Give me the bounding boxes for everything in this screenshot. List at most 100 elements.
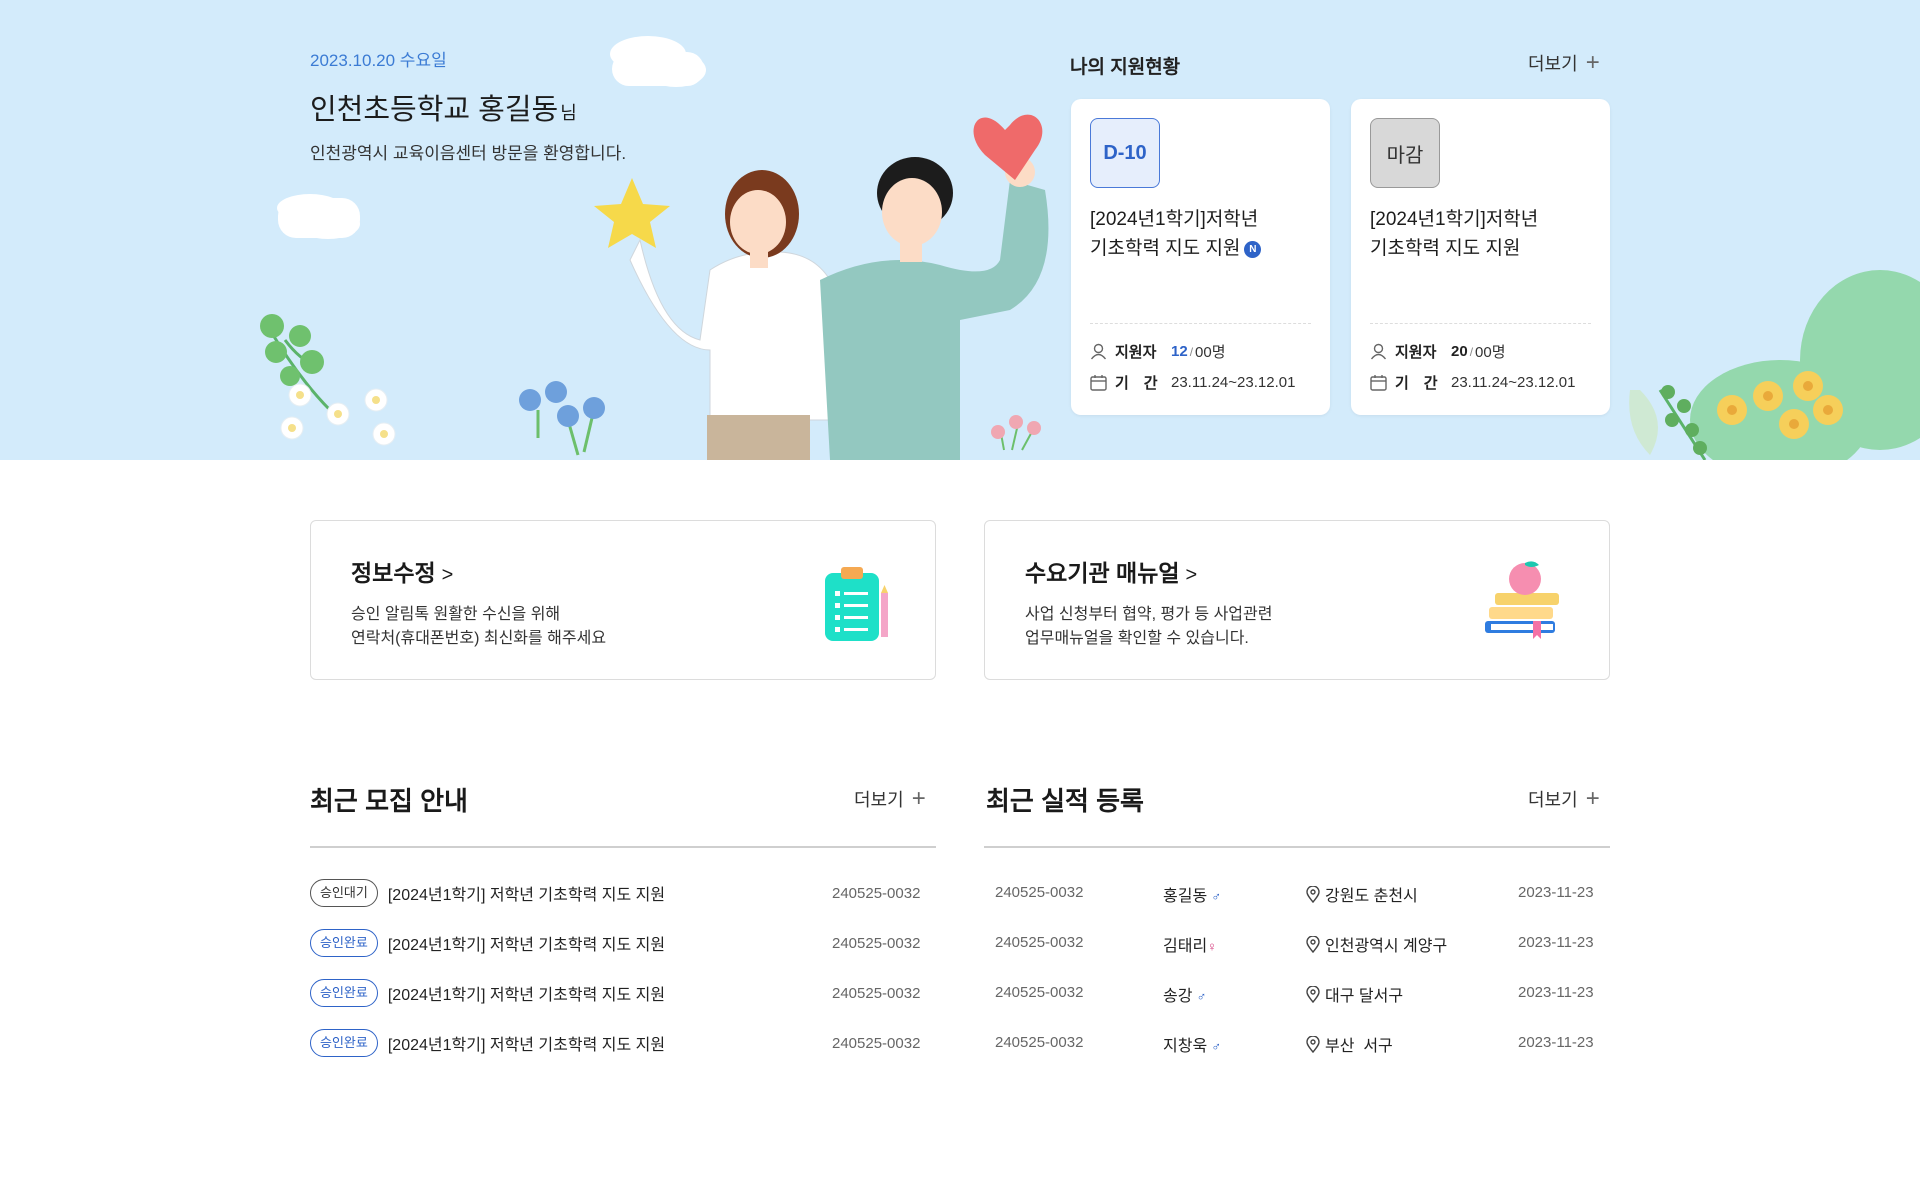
more-label: 더보기 [854, 790, 904, 810]
calendar-icon [1370, 375, 1387, 391]
period-label: 기 간 [1115, 375, 1158, 392]
person-icon [1090, 343, 1107, 360]
desc-line-1: 승인 알림톡 원활한 수신을 위해 [351, 606, 561, 623]
closed-badge: 마감 [1370, 118, 1440, 188]
location: 인천광역시 계양구 [1306, 932, 1447, 956]
plus-icon: + [1585, 785, 1600, 812]
period-row: 기 간 23.11.24~23.12.01 [1370, 372, 1575, 393]
desc-line-2: 연락처(휴대폰번호) 최신화를 해주세요 [351, 630, 607, 647]
more-label: 더보기 [1528, 54, 1578, 74]
location-pin-icon [1306, 885, 1320, 903]
performance-more-link[interactable]: 더보기 + [1528, 786, 1600, 812]
status-badge: 승인완료 [310, 929, 378, 957]
performance-date: 2023-11-23 [1518, 884, 1594, 901]
person-name: 송강 [1163, 988, 1193, 1005]
performance-person[interactable]: 김태리♀ [1163, 932, 1217, 956]
location: 대구 달서구 [1306, 982, 1403, 1006]
edit-info-card[interactable]: 정보수정 > 승인 알림톡 원활한 수신을 위해 연락처(휴대폰번호) 최신화를 … [310, 520, 936, 680]
application-card[interactable]: D-10 [2024년1학기]저학년 기초학력 지도 지원 N 지원자 12/00… [1071, 99, 1330, 415]
chevron-right-icon: > [441, 564, 454, 586]
dday-badge: D-10 [1090, 118, 1160, 188]
books-apple-icon [1485, 561, 1559, 639]
new-icon: N [1244, 241, 1262, 258]
list-item[interactable]: 승인완료 [2024년1학기] 저학년 기초학력 지도 지원 [310, 928, 665, 958]
card-title-text: 정보수정 [351, 560, 436, 586]
recruit-more-link[interactable]: 더보기 + [854, 786, 926, 812]
recruit-title: [2024년1학기] 저학년 기초학력 지도 지원 [387, 1037, 666, 1054]
performance-number: 240525-0032 [995, 984, 1084, 1001]
applicant-count: 12 [1171, 343, 1188, 360]
location-text: 대구 달서구 [1325, 988, 1404, 1005]
location-text: 부산 서구 [1325, 1038, 1393, 1055]
recent-recruit-title: 최근 모집 안내 [310, 786, 468, 816]
title-line-1: [2024년1학기]저학년 [1090, 209, 1259, 230]
applicant-row: 지원자 20/00명 [1370, 341, 1506, 362]
list-item[interactable]: 승인완료 [2024년1학기] 저학년 기초학력 지도 지원 [310, 978, 665, 1008]
recruit-title: [2024년1학기] 저학년 기초학력 지도 지원 [387, 937, 666, 954]
welcome-message: 인천광역시 교육이음센터 방문을 환영합니다. [310, 144, 627, 163]
location-pin-icon [1306, 935, 1320, 953]
location: 부산 서구 [1306, 1032, 1393, 1056]
applicant-label: 지원자 [1395, 344, 1437, 361]
section-divider [310, 846, 936, 848]
clipboard-icon [825, 567, 888, 641]
application-card[interactable]: 마감 [2024년1학기]저학년 기초학력 지도 지원 지원자 20/00명 기… [1351, 99, 1610, 415]
user-name: 인천초등학교 홍길동 [310, 94, 559, 126]
period-value: 23.11.24~23.12.01 [1451, 374, 1576, 391]
edit-info-title: 정보수정 > [351, 554, 453, 588]
performance-number: 240525-0032 [995, 884, 1084, 901]
performance-date: 2023-11-23 [1518, 934, 1594, 951]
card-divider [1090, 323, 1311, 324]
plus-icon: + [911, 785, 926, 812]
person-name: 지창욱 [1163, 1038, 1208, 1055]
plus-icon: + [1585, 49, 1600, 76]
status-badge: 승인완료 [310, 979, 378, 1007]
hero-banner: 2023.10.20 수요일 인천초등학교 홍길동 님 인천광역시 교육이음센터 … [0, 0, 1920, 460]
performance-person[interactable]: 지창욱 ♂ [1163, 1032, 1221, 1056]
status-more-link[interactable]: 더보기 + [1528, 50, 1600, 76]
recruit-title: [2024년1학기] 저학년 기초학력 지도 지원 [387, 987, 666, 1004]
title-line-2: 기초학력 지도 지원 [1370, 238, 1521, 259]
person-icon [1370, 343, 1387, 360]
desc-line-1: 사업 신청부터 협약, 평가 등 사업관련 [1025, 606, 1273, 623]
performance-person[interactable]: 홍길동 ♂ [1163, 882, 1221, 906]
performance-person[interactable]: 송강 ♂ [1163, 982, 1206, 1006]
card-divider [1370, 323, 1591, 324]
edit-info-description: 승인 알림톡 원활한 수신을 위해 연락처(휴대폰번호) 최신화를 해주세요 [351, 603, 606, 651]
manual-description: 사업 신청부터 협약, 평가 등 사업관련 업무매뉴얼을 확인할 수 있습니다. [1025, 603, 1272, 651]
applicant-total: 00명 [1195, 344, 1226, 361]
performance-date: 2023-11-23 [1518, 1034, 1594, 1051]
recruit-number: 240525-0032 [832, 1035, 921, 1052]
location-text: 강원도 춘천시 [1325, 888, 1418, 905]
hero-illustration [260, 36, 1920, 460]
more-label: 더보기 [1528, 790, 1578, 810]
male-icon: ♂ [1211, 1039, 1222, 1054]
male-icon: ♂ [1196, 989, 1207, 1004]
list-item[interactable]: 승인완료 [2024년1학기] 저학년 기초학력 지도 지원 [310, 1028, 665, 1058]
recruit-number: 240525-0032 [832, 935, 921, 952]
applicant-count: 20 [1451, 343, 1468, 360]
chevron-right-icon: > [1185, 564, 1198, 586]
location-pin-icon [1306, 985, 1320, 1003]
title-line-1: [2024년1학기]저학년 [1370, 209, 1539, 230]
title-text: 기초학력 지도 지원 [1090, 238, 1241, 259]
title-line-2: 기초학력 지도 지원 N [1090, 234, 1315, 263]
section-divider [984, 846, 1610, 848]
location-text: 인천광역시 계양구 [1325, 938, 1448, 955]
performance-number: 240525-0032 [995, 1034, 1084, 1051]
recruit-title: [2024년1학기] 저학년 기초학력 지도 지원 [387, 887, 666, 904]
person-name: 홍길동 [1163, 888, 1208, 905]
slash: / [1469, 344, 1474, 359]
applicant-row: 지원자 12/00명 [1090, 341, 1226, 362]
slash: / [1189, 344, 1194, 359]
current-date: 2023.10.20 수요일 [310, 51, 447, 70]
list-item[interactable]: 승인대기 [2024년1학기] 저학년 기초학력 지도 지원 [310, 878, 665, 908]
period-label: 기 간 [1395, 375, 1438, 392]
honorific-suffix: 님 [560, 103, 577, 123]
manual-card[interactable]: 수요기관 매뉴얼 > 사업 신청부터 협약, 평가 등 사업관련 업무매뉴얼을 확… [984, 520, 1610, 680]
period-row: 기 간 23.11.24~23.12.01 [1090, 372, 1295, 393]
card-title-text: 수요기관 매뉴얼 [1025, 560, 1180, 586]
location-pin-icon [1306, 1035, 1320, 1053]
location: 강원도 춘천시 [1306, 882, 1418, 906]
female-icon: ♀ [1207, 939, 1217, 954]
